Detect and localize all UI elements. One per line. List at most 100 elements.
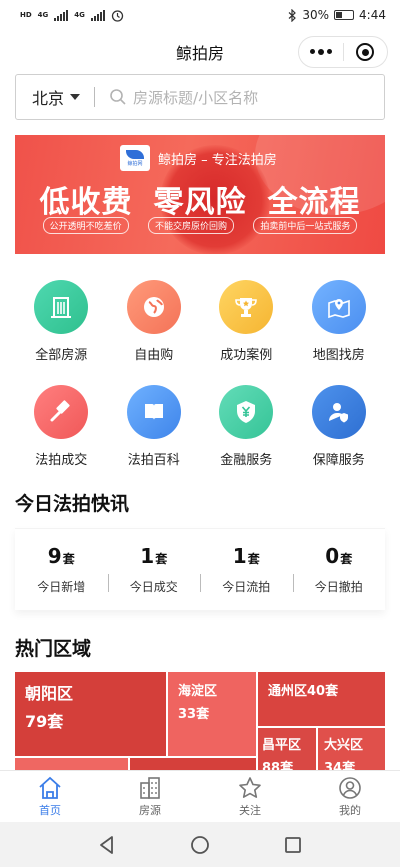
area-name: 海淀区 (178, 684, 218, 699)
stat-value: 1 (140, 544, 155, 568)
area-tile-haidian[interactable]: 海淀区 33套 (168, 672, 256, 756)
grid-item-label: 成功案例 (220, 348, 273, 363)
area-tile-daxing[interactable]: 大兴区 34套 (318, 728, 385, 775)
home-icon (39, 776, 61, 799)
area-name: 昌平区 (262, 738, 302, 753)
banner-headlines: 低收费 零风险 全流程 (15, 177, 385, 221)
search-input[interactable]: 房源标题/小区名称 (133, 87, 258, 108)
network-label-2: 4G (74, 11, 85, 19)
area-name: 通州区40套 (268, 684, 339, 699)
stat-label: 今日新增 (37, 580, 86, 594)
grid-item-free-buy[interactable]: 自由购 (108, 280, 201, 363)
tab-home[interactable]: 首页 (0, 771, 100, 822)
target-icon (356, 43, 375, 61)
battery-percent: 30% (302, 8, 330, 22)
grid-item-guarantee[interactable]: 保障服务 (293, 385, 386, 468)
grid-item-label: 自由购 (134, 348, 174, 363)
news-section-title: 今日法拍快讯 (15, 493, 130, 515)
grid-item-auction-deals[interactable]: 法拍成交 (15, 385, 108, 468)
book-icon (126, 385, 181, 439)
stat-value: 0 (325, 544, 340, 568)
clock: 4:44 (359, 8, 386, 22)
area-tile-changping[interactable]: 昌平区 88套 (258, 728, 316, 775)
stat-unit: 套 (340, 552, 353, 566)
search-bar: 北京 房源标题/小区名称 (15, 74, 385, 120)
area-count: 79套 (25, 712, 64, 731)
grid-item-label: 金融服务 (220, 453, 273, 468)
network-label-1: 4G (37, 11, 49, 19)
stat-sold-today[interactable]: 1套 今日成交 (107, 544, 201, 595)
stat-label: 今日流拍 (222, 580, 271, 594)
stat-unit: 套 (247, 552, 260, 566)
caret-down-icon (70, 94, 81, 100)
banner-headline: 低收费 (39, 185, 133, 220)
hd-label: HD (20, 11, 32, 19)
tab-bar: 首页 房源 关注 我的 (0, 770, 400, 822)
tab-label: 我的 (339, 804, 361, 817)
more-button[interactable] (299, 37, 343, 67)
grid-item-finance[interactable]: 金融服务 (200, 385, 293, 468)
banner-subtag: 不能交房原价回购 (147, 217, 234, 234)
buildings-icon (140, 777, 160, 799)
grid-item-auction-wiki[interactable]: 法拍百科 (108, 385, 201, 468)
stat-new-today[interactable]: 9套 今日新增 (15, 544, 108, 595)
close-mini-program-button[interactable] (344, 37, 388, 67)
stat-unit: 套 (62, 552, 75, 566)
stat-value: 9 (47, 544, 62, 568)
trophy-icon (219, 280, 274, 334)
stat-label: 今日成交 (129, 580, 178, 594)
signal-icon (54, 9, 69, 21)
stat-unsold-today[interactable]: 1套 今日流拍 (200, 544, 293, 595)
recents-icon[interactable] (282, 834, 304, 856)
grid-item-label: 法拍百科 (127, 453, 180, 468)
promo-banner[interactable]: 鲸拍网 鲸拍房 – 专注法拍房 低收费 零风险 全流程 公开透明不吃差价 不能交… (15, 135, 385, 254)
grid-item-label: 法拍成交 (35, 453, 88, 468)
grid-item-success-cases[interactable]: 成功案例 (200, 280, 293, 363)
page-title: 鲸拍房 (175, 44, 224, 63)
grid-item-map-search[interactable]: 地图找房 (293, 280, 386, 363)
area-tile-chaoyang[interactable]: 朝阳区 79套 (15, 672, 166, 756)
yen-shield-icon (219, 385, 274, 439)
stat-withdrawn-today[interactable]: 0套 今日撤拍 (292, 544, 386, 595)
banner-subtags: 公开透明不吃差价 不能交房原价回购 拍卖前中后一站式服务 (15, 217, 385, 234)
logo: 鲸拍网 (120, 145, 150, 171)
search-divider (94, 87, 96, 107)
search-icon (110, 89, 126, 105)
more-dots-icon (309, 49, 332, 55)
battery-icon (334, 10, 355, 20)
building-icon (34, 280, 89, 334)
star-icon (239, 777, 261, 798)
tab-label: 首页 (39, 804, 61, 817)
whale-logo-icon (126, 149, 144, 159)
banner-subtag: 拍卖前中后一站式服务 (253, 217, 358, 234)
tab-label: 关注 (239, 804, 261, 817)
status-right: 30% 4:44 (288, 8, 386, 22)
tab-favorites[interactable]: 关注 (200, 771, 300, 822)
feature-grid: 全部房源 自由购 成功案例 地图找房 法拍成交 法拍百科 金融服务 保障服务 (15, 280, 385, 468)
grid-item-all-listings[interactable]: 全部房源 (15, 280, 108, 363)
status-left: HD 4G 4G (20, 9, 124, 22)
area-tile-tongzhou[interactable]: 通州区40套 (258, 672, 385, 726)
home-circle-icon[interactable] (189, 834, 211, 856)
banner-headline: 全流程 (267, 185, 361, 220)
signal-icon-2 (90, 9, 105, 21)
globe-icon (126, 280, 181, 334)
back-icon[interactable] (96, 834, 118, 856)
gavel-icon (34, 385, 89, 439)
city-selector[interactable]: 北京 (32, 85, 81, 109)
tab-profile[interactable]: 我的 (300, 771, 400, 822)
banner-subtag: 公开透明不吃差价 (42, 217, 129, 234)
alarm-icon (111, 9, 124, 22)
bluetooth-icon (288, 8, 297, 22)
tab-listings[interactable]: 房源 (100, 771, 200, 822)
grid-item-label: 地图找房 (312, 348, 365, 363)
status-bar: HD 4G 4G 30% 4:44 (0, 0, 400, 30)
news-stats-card: 9套 今日新增 1套 今日成交 1套 今日流拍 0套 今日撤拍 (15, 528, 385, 610)
stat-unit: 套 (155, 552, 168, 566)
banner-tagline: 鲸拍房 – 专注法拍房 (158, 152, 277, 168)
system-nav-bar (0, 822, 400, 867)
map-pin-icon (311, 280, 366, 334)
city-label: 北京 (32, 89, 65, 108)
hot-areas-treemap: 朝阳区 79套 海淀区 33套 通州区40套 昌平区 88套 大兴区 34套 (15, 672, 385, 775)
area-name: 大兴区 (324, 738, 364, 753)
